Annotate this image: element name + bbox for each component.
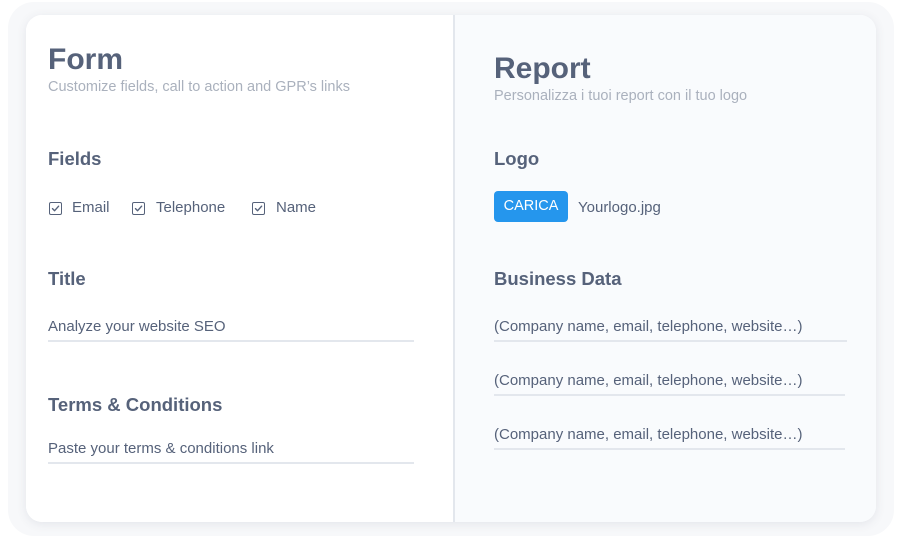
title-heading: Title [48,268,86,289]
business-data-heading: Business Data [494,268,622,289]
business-field-3-value: (Company name, email, telephone, website… [494,426,803,443]
logo-heading: Logo [494,148,540,169]
title-input[interactable]: Analyze your website SEO [48,310,414,342]
checkbox-telephone-label: Telephone [156,199,226,216]
report-title: Report [494,52,591,85]
terms-heading: Terms & Conditions [48,394,223,415]
upload-logo-button[interactable]: CARICA [494,191,568,222]
check-icon [51,205,60,212]
checkbox-name-label: Name [276,199,317,216]
form-subtitle: Customize fields, call to action and GPR… [48,79,350,95]
report-panel: Report Personalizza i tuoi report con il… [455,15,876,522]
checkbox-email-label: Email [72,199,110,216]
settings-card: Form Customize fields, call to action an… [26,15,876,522]
form-panel: Form Customize fields, call to action an… [26,15,453,522]
form-title: Form [48,43,123,76]
report-subtitle: Personalizza i tuoi report con il tuo lo… [494,88,748,104]
check-icon [254,205,263,212]
terms-input[interactable]: Paste your terms & conditions link [48,432,414,464]
checkbox-telephone-box[interactable] [132,202,145,215]
business-field-2[interactable]: (Company name, email, telephone, website… [494,364,845,396]
checkbox-email-box[interactable] [49,202,62,215]
business-field-2-value: (Company name, email, telephone, website… [494,372,803,389]
business-field-1[interactable]: (Company name, email, telephone, website… [494,310,847,342]
terms-input-value: Paste your terms & conditions link [48,440,274,457]
business-field-3[interactable]: (Company name, email, telephone, website… [494,418,845,450]
fields-heading: Fields [48,148,102,169]
check-icon [134,205,143,212]
title-input-value: Analyze your website SEO [48,318,226,335]
checkbox-name-box[interactable] [252,202,265,215]
business-field-1-value: (Company name, email, telephone, website… [494,318,803,335]
logo-filename: Yourlogo.jpg [578,199,661,216]
